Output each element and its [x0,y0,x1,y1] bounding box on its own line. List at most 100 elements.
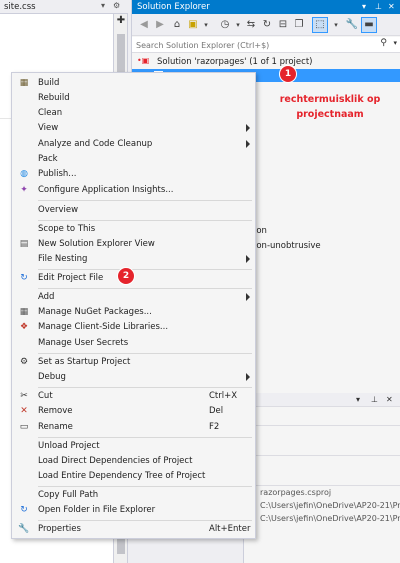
menu-item-analyze[interactable]: Analyze and Code Cleanup [12,137,255,152]
close-icon[interactable]: ✕ [388,2,395,11]
tree-item-solution[interactable]: •▣ Solution 'razorpages' (1 of 1 project… [132,56,400,69]
package-icon: ▦ [19,307,29,317]
menu-separator [38,288,252,289]
back-icon[interactable]: ◀ [136,17,152,33]
menu-item-overview[interactable]: Overview [12,203,255,218]
properties-close-icon[interactable]: ✕ [386,395,393,404]
menu-separator [38,269,252,270]
menu-item-rename[interactable]: ▭ Rename F2 [12,420,255,435]
menu-item-label: Open Folder in File Explorer [38,505,156,515]
menu-item-configure-insights[interactable]: ✦ Configure Application Insights... [12,183,255,198]
settings-icon[interactable]: ⚙ [113,1,120,10]
search-options-dropdown-icon[interactable]: ▾ [393,39,397,47]
menu-item-pack[interactable]: Pack [12,152,255,167]
menu-item-open-folder[interactable]: ↻ Open Folder in File Explorer [12,503,255,518]
menu-item-clean[interactable]: Clean [12,106,255,121]
menu-item-label: Manage User Secrets [38,338,129,348]
globe-icon: ◍ [20,169,28,179]
collapse-all-icon[interactable]: ⊟ [275,17,291,33]
step-badge-1: 1 [280,66,296,82]
menu-item-remove[interactable]: ✕ Remove Del [12,404,255,419]
menu-separator [38,387,252,388]
forward-icon[interactable]: ▶ [152,17,168,33]
menu-item-label: Rebuild [38,93,70,103]
menu-item-view[interactable]: View [12,121,255,136]
sync-icon[interactable]: ⇆ [243,17,259,33]
menu-item-new-view[interactable]: ▤ New Solution Explorer View [12,237,255,252]
new-window-icon: ▤ [19,239,29,249]
menu-separator [38,200,252,201]
tab-dropdown-icon[interactable]: ▾ [101,1,105,10]
property-value-path-2: C:\Users\jefin\OneDrive\AP20-21\Pro [260,514,400,523]
menu-item-label: Analyze and Code Cleanup [38,139,153,149]
menu-item-label: Manage NuGet Packages... [38,307,152,317]
menu-item-load-direct[interactable]: Load Direct Dependencies of Project [12,454,255,469]
submenu-arrow-icon [246,255,250,263]
menu-item-user-secrets[interactable]: Manage User Secrets [12,336,255,351]
menu-item-build[interactable]: ▦ Build [12,76,255,91]
window-position-icon[interactable]: ▾ [362,2,366,11]
menu-item-label: Manage Client-Side Libraries... [38,322,169,332]
active-document-icon[interactable]: ▬ [361,17,377,33]
switch-views-dropdown-icon[interactable]: ▾ [198,17,214,33]
menu-item-publish[interactable]: ◍ Publish... [12,167,255,182]
search-icon[interactable]: ⚲ [380,38,387,48]
menu-separator [38,437,252,438]
property-value-file: razorpages.csproj [260,488,332,497]
libraries-icon: ❖ [19,322,29,332]
menu-item-label: Overview [38,205,79,215]
menu-item-debug[interactable]: Debug [12,370,255,385]
menu-item-shortcut: Del [209,406,224,416]
pin-icon[interactable]: ⊥ [375,2,382,11]
editor-tab-site-css[interactable]: site.css [4,2,36,12]
menu-item-copy-path[interactable]: Copy Full Path [12,488,255,503]
menu-item-shortcut: F2 [209,422,220,432]
menu-item-label: Build [38,78,60,88]
menu-item-label: Set as Startup Project [38,357,131,367]
rename-icon: ▭ [19,422,29,432]
menu-item-cut[interactable]: ✂ Cut Ctrl+X [12,389,255,404]
menu-item-startup-project[interactable]: ⚙ Set as Startup Project [12,355,255,370]
menu-item-client-libraries[interactable]: ❖ Manage Client-Side Libraries... [12,320,255,335]
home-icon[interactable]: ⌂ [169,17,185,33]
submenu-arrow-icon [246,140,250,148]
submenu-arrow-icon [246,293,250,301]
editor-tab-bar: site.css ▾ ⚙ [0,0,128,14]
menu-item-label: Rename [38,422,73,432]
menu-separator [38,220,252,221]
menu-item-label: Properties [38,524,81,534]
menu-item-unload[interactable]: Unload Project [12,439,255,454]
preview-selected-icon[interactable]: ⬚ [312,17,328,33]
preview-dropdown-icon[interactable]: ▾ [328,17,344,33]
search-input[interactable] [136,39,371,51]
menu-item-add[interactable]: Add [12,290,255,305]
menu-item-label: Add [38,292,55,302]
properties-panel: ▾ ⊥ ✕ razorpages.csproj C:\Users\jefin\O… [243,385,400,563]
menu-item-label: Debug [38,372,66,382]
menu-item-label: Remove [38,406,73,416]
menu-item-label: Copy Full Path [38,490,99,500]
refresh-icon[interactable]: ↻ [259,17,275,33]
menu-item-label: View [38,123,59,133]
properties-divider [256,455,400,456]
solution-explorer-toolbar: ◀ ▶ ⌂ ▣ ▾ ◷ ▾ ⇆ ↻ ⊟ ❐ ⬚ ▾ 🔧 ▬ [132,14,400,36]
show-all-files-icon[interactable]: ❐ [291,17,307,33]
tree-item-partial-2[interactable]: ion-unobtrusive [254,241,321,251]
menu-item-label: New Solution Explorer View [38,239,155,249]
menu-item-load-tree[interactable]: Load Entire Dependency Tree of Project [12,469,255,484]
menu-item-file-nesting[interactable]: File Nesting [12,252,255,267]
split-editor-icon[interactable]: ✚ [116,16,126,26]
annotation-right-click: rechtermuisklik op projectnaam [279,94,381,120]
menu-item-scope[interactable]: Scope to This [12,222,255,237]
submenu-arrow-icon [246,124,250,132]
menu-separator [38,486,252,487]
menu-item-nuget[interactable]: ▦ Manage NuGet Packages... [12,305,255,320]
menu-item-rebuild[interactable]: Rebuild [12,91,255,106]
menu-separator [38,353,252,354]
menu-item-properties[interactable]: 🔧 Properties Alt+Enter [12,522,255,537]
menu-item-label: Load Entire Dependency Tree of Project [38,471,206,481]
properties-pin-icon[interactable]: ⊥ [371,395,378,404]
properties-wrench-icon[interactable]: 🔧 [344,17,360,33]
properties-dropdown-icon[interactable]: ▾ [356,395,360,404]
properties-divider [256,485,400,486]
